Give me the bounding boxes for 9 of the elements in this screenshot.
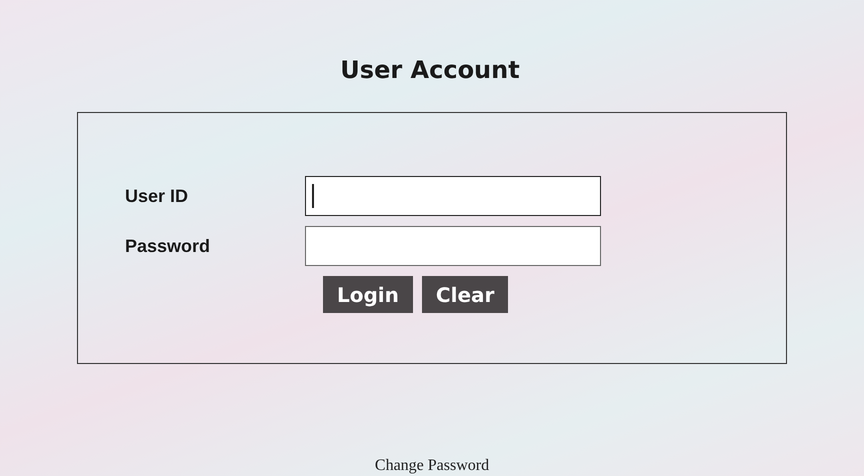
field-label: User ID [125, 186, 190, 206]
input-field[interactable] [305, 226, 601, 266]
login-button[interactable]: Login [323, 276, 413, 313]
input-field[interactable] [305, 176, 601, 216]
text-cursor [312, 184, 314, 208]
field-label: Password [125, 236, 212, 256]
clear-button[interactable]: Clear [422, 276, 508, 313]
page-title: User Account [340, 56, 520, 84]
change-password-link[interactable]: Change Password [374, 457, 490, 475]
